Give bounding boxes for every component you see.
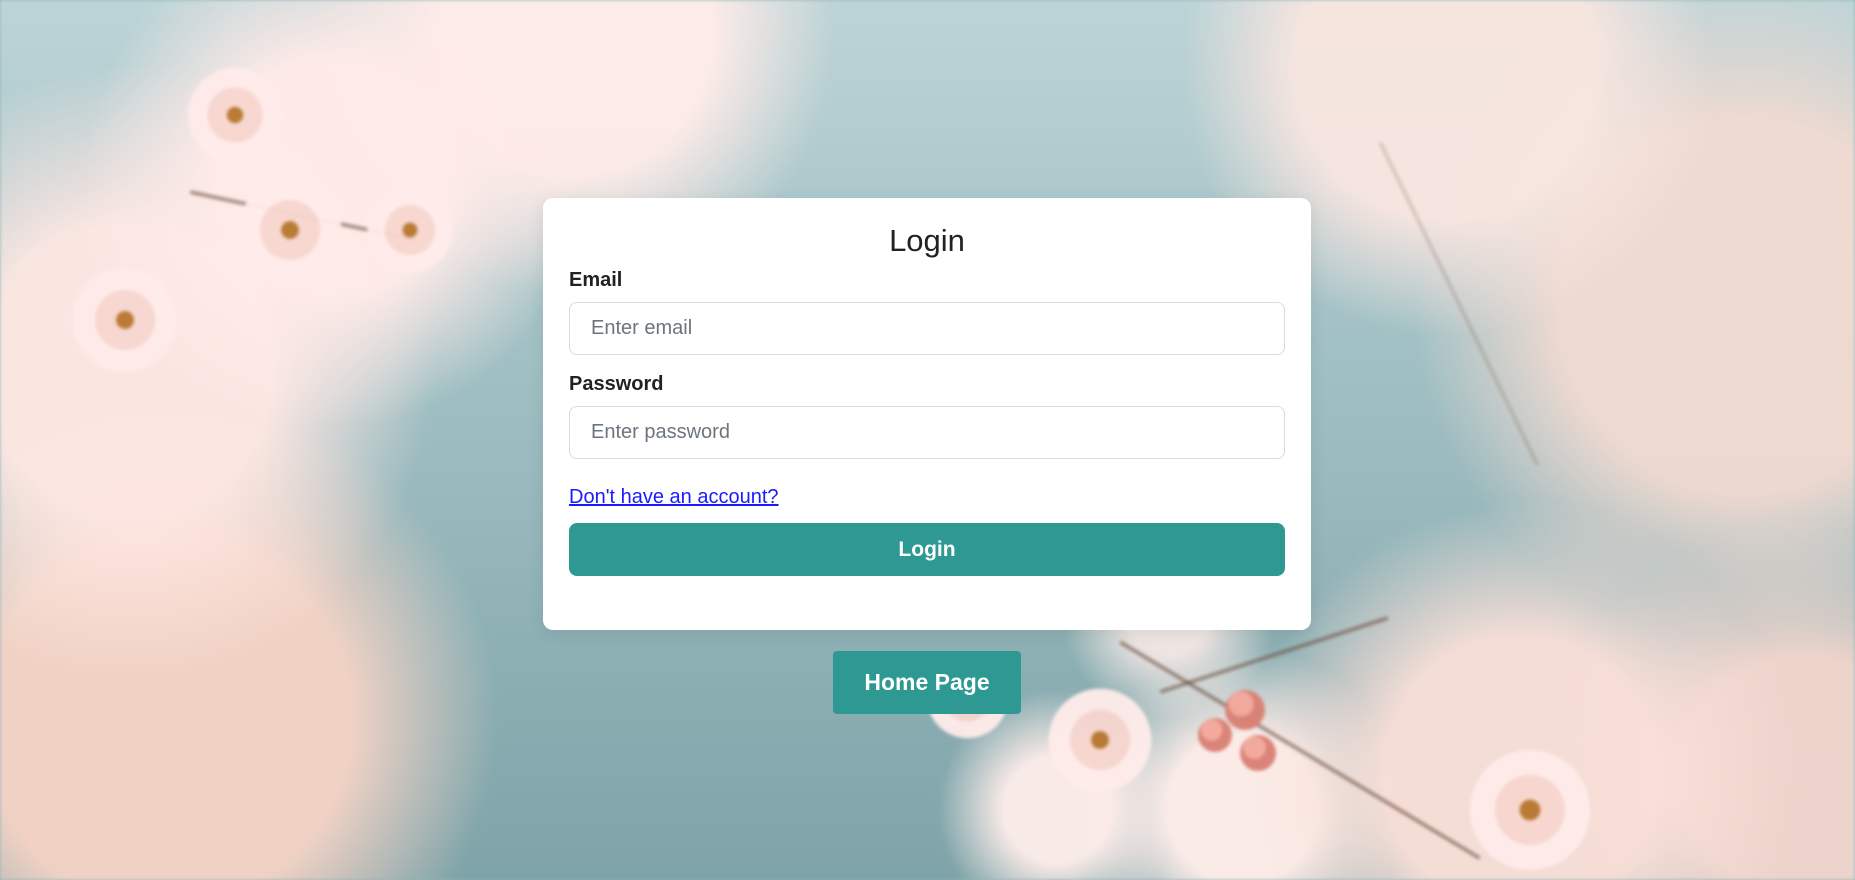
email-label: Email [569,269,623,292]
login-title: Login [889,223,965,258]
email-field-group: Email [569,269,1285,356]
signup-link[interactable]: Don't have an account? [569,486,779,509]
email-input[interactable] [569,302,1285,356]
login-card: Login Email Password Don't have an accou… [543,198,1311,630]
login-button[interactable]: Login [569,523,1285,577]
blossom-icon [360,180,460,280]
branch-decoration [1118,640,1482,861]
password-label: Password [569,373,664,396]
password-field-group: Password [569,373,1285,460]
blossom-icon [1460,740,1600,880]
blossom-icon [180,60,290,170]
flower-bud-icon [1240,735,1276,771]
blossom-icon [1040,680,1160,800]
blossom-icon [230,170,350,290]
home-page-button[interactable]: Home Page [833,651,1021,714]
flower-bud-icon [1225,690,1265,730]
branch-decoration [1378,141,1540,467]
flower-bud-icon [1198,718,1232,752]
password-input[interactable] [569,406,1285,460]
blossom-icon [65,260,185,380]
